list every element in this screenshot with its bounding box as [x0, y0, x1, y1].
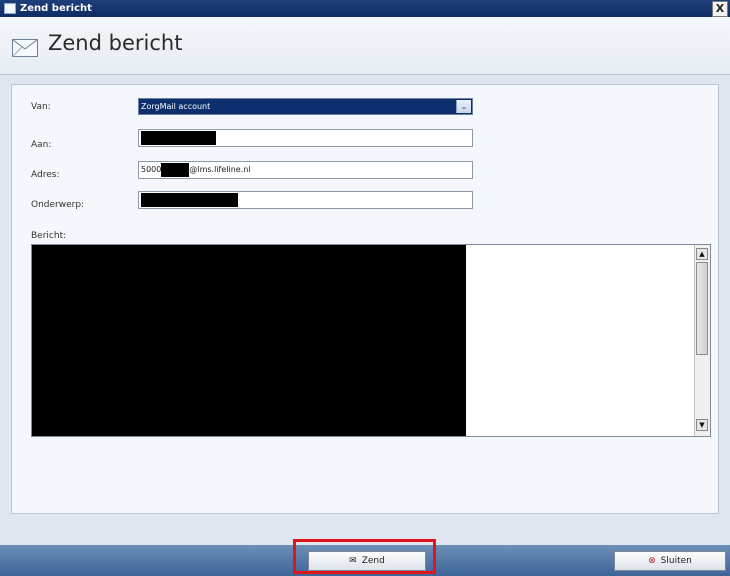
redacted-block — [141, 192, 238, 207]
close-button[interactable]: ⊗ Sluiten — [614, 551, 726, 571]
van-select[interactable]: ZorgMail account ⌄ — [138, 98, 473, 115]
bericht-label: Bericht: — [31, 231, 67, 241]
aan-field[interactable] — [138, 129, 473, 147]
window-title-bar: Zend bericht X — [0, 0, 730, 17]
close-icon: ⊗ — [648, 556, 656, 566]
close-button-label: Sluiten — [660, 556, 692, 566]
onderwerp-label: Onderwerp: — [31, 200, 85, 210]
window-title: Zend bericht — [20, 3, 92, 14]
redacted-block — [141, 130, 216, 145]
adres-prefix: 5000 — [141, 165, 162, 174]
redacted-block — [32, 245, 466, 436]
scroll-down-button[interactable]: ▼ — [696, 419, 708, 431]
window-icon — [4, 3, 16, 14]
adres-field[interactable]: 5000 @lms.lifeline.nl — [138, 161, 473, 179]
adres-label: Adres: — [31, 170, 60, 180]
vertical-scrollbar[interactable]: ▲ ▼ — [694, 245, 710, 436]
dialog-header: Zend bericht — [0, 17, 730, 75]
bericht-textarea[interactable]: ▲ ▼ — [31, 244, 711, 437]
scroll-thumb[interactable] — [696, 262, 708, 355]
highlight-box — [293, 539, 436, 574]
aan-label: Aan: — [31, 140, 52, 150]
redacted-block — [161, 162, 190, 177]
chevron-down-icon[interactable]: ⌄ — [456, 100, 471, 113]
page-title: Zend bericht — [48, 31, 183, 55]
scroll-up-button[interactable]: ▲ — [696, 248, 708, 260]
onderwerp-field[interactable] — [138, 191, 473, 209]
van-label: Van: — [31, 102, 51, 112]
van-select-value: ZorgMail account — [141, 102, 211, 111]
envelope-icon — [12, 39, 38, 57]
adres-suffix: @lms.lifeline.nl — [189, 165, 251, 174]
close-window-button[interactable]: X — [712, 1, 728, 17]
